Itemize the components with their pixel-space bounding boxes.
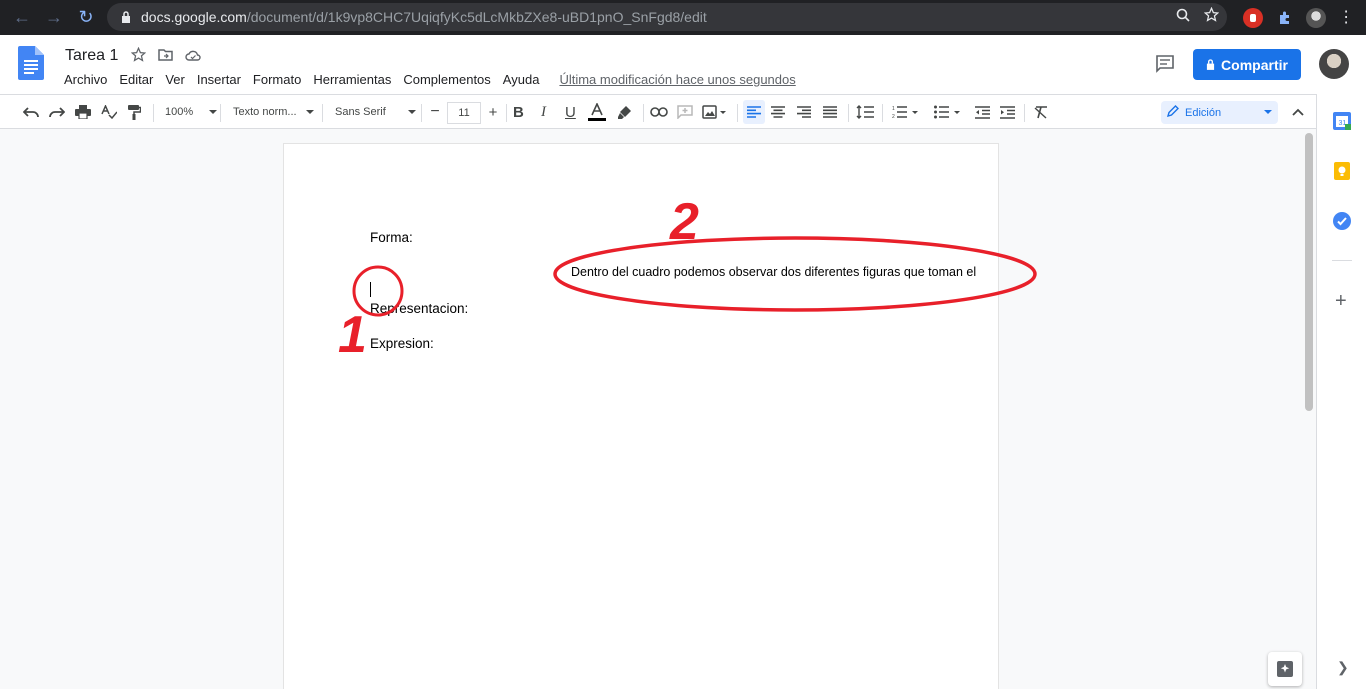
- line-spacing-icon[interactable]: [856, 100, 874, 124]
- lock-icon: [119, 10, 133, 24]
- numbered-list-icon[interactable]: 12: [892, 100, 918, 124]
- editing-mode-label: Edición: [1185, 106, 1222, 119]
- undo-icon[interactable]: [23, 100, 39, 124]
- document-page[interactable]: Forma: Representacion: Expresion: Dentro…: [284, 144, 998, 689]
- move-folder-icon[interactable]: [158, 48, 173, 66]
- annotation-number-1: 1: [338, 306, 367, 364]
- explore-button[interactable]: [1268, 652, 1302, 686]
- vertical-scrollbar[interactable]: [1305, 133, 1313, 411]
- font-family-value: Sans Serif: [335, 106, 386, 118]
- menu-dots-icon[interactable]: ⋮: [1338, 9, 1354, 26]
- svg-text:1: 1: [892, 106, 895, 112]
- bold-icon[interactable]: B: [513, 100, 524, 124]
- side-panel: 31 + ❯: [1316, 94, 1366, 689]
- align-left-icon[interactable]: [743, 100, 765, 124]
- underline-icon[interactable]: U: [565, 100, 576, 124]
- chevron-down-icon: [305, 110, 314, 114]
- svg-text:2: 2: [892, 114, 895, 119]
- editing-mode-select[interactable]: Edición: [1161, 101, 1278, 124]
- increase-indent-icon[interactable]: [1000, 100, 1015, 124]
- last-modified-link[interactable]: Última modificación hace unos segundos: [559, 72, 795, 87]
- italic-icon[interactable]: I: [541, 100, 546, 124]
- calendar-icon[interactable]: 31: [1333, 112, 1351, 130]
- menu-ayuda[interactable]: Ayuda: [503, 72, 540, 87]
- document-canvas[interactable]: Forma: Representacion: Expresion: Dentro…: [0, 129, 1316, 689]
- docs-header: Tarea 1 Archivo Editar Ver Insertar Form…: [0, 35, 1366, 94]
- star-icon[interactable]: [1203, 6, 1220, 27]
- font-size-input[interactable]: 11: [447, 102, 481, 124]
- comments-icon[interactable]: [1155, 55, 1177, 75]
- zoom-select[interactable]: 100%: [165, 100, 218, 124]
- text-cursor: [370, 282, 371, 297]
- menu-bar: Archivo Editar Ver Insertar Formato Herr…: [64, 72, 808, 87]
- menu-archivo[interactable]: Archivo: [64, 72, 107, 87]
- add-comment-icon[interactable]: [677, 100, 693, 124]
- print-icon[interactable]: [75, 100, 91, 124]
- tasks-icon[interactable]: [1333, 212, 1351, 230]
- address-bar[interactable]: docs.google.com/document/d/1k9vp8CHC7Uqi…: [107, 3, 1227, 31]
- menu-insertar[interactable]: Insertar: [197, 72, 241, 87]
- extension-hand-icon[interactable]: [1242, 7, 1263, 28]
- menu-herramientas[interactable]: Herramientas: [313, 72, 391, 87]
- browser-toolbar: ← → ↻ docs.google.com/document/d/1k9vp8C…: [0, 0, 1366, 35]
- insert-link-icon[interactable]: [650, 100, 668, 124]
- insert-image-icon[interactable]: [702, 100, 726, 124]
- share-label: Compartir: [1221, 56, 1288, 73]
- chevron-down-icon: [1264, 110, 1272, 114]
- url-text: docs.google.com/document/d/1k9vp8CHC7Uqi…: [141, 9, 707, 25]
- align-right-icon[interactable]: [797, 100, 811, 124]
- forward-icon[interactable]: →: [40, 3, 68, 31]
- extensions-puzzle-icon[interactable]: [1275, 8, 1295, 28]
- annotation-number-2: 2: [670, 193, 699, 251]
- menu-ver[interactable]: Ver: [165, 72, 185, 87]
- paint-format-icon[interactable]: [127, 100, 141, 124]
- decrease-font-size-button[interactable]: −: [426, 100, 444, 124]
- bulleted-list-icon[interactable]: [934, 100, 960, 124]
- clear-formatting-icon[interactable]: [1034, 100, 1048, 124]
- profile-avatar[interactable]: [1306, 7, 1327, 28]
- back-icon[interactable]: ←: [8, 3, 36, 31]
- side-divider: [1332, 260, 1352, 261]
- zoom-icon[interactable]: [1176, 8, 1190, 27]
- formatting-toolbar: 100% Texto norm... Sans Serif − 11 + B I…: [0, 94, 1316, 129]
- reload-icon[interactable]: ↻: [72, 3, 100, 31]
- floating-text-box[interactable]: Dentro del cuadro podemos observar dos d…: [571, 265, 976, 279]
- zoom-value: 100%: [165, 106, 194, 118]
- chevron-down-icon: [209, 110, 218, 114]
- collapse-menus-icon[interactable]: [1292, 100, 1304, 124]
- keep-icon[interactable]: [1333, 162, 1351, 180]
- decrease-indent-icon[interactable]: [975, 100, 990, 124]
- menu-formato[interactable]: Formato: [253, 72, 301, 87]
- spellcheck-icon[interactable]: [101, 100, 117, 124]
- doc-line-expresion[interactable]: Expresion:: [370, 336, 434, 351]
- doc-line-representacion[interactable]: Representacion:: [370, 301, 468, 316]
- cloud-saved-icon[interactable]: [185, 48, 201, 66]
- align-center-icon[interactable]: [771, 100, 785, 124]
- pencil-icon: [1166, 105, 1179, 120]
- increase-font-size-button[interactable]: +: [484, 100, 502, 124]
- star-icon[interactable]: [130, 46, 147, 67]
- paragraph-style-value: Texto norm...: [233, 106, 297, 118]
- share-button[interactable]: Compartir: [1193, 49, 1301, 80]
- chevron-down-icon: [407, 110, 416, 114]
- menu-complementos[interactable]: Complementos: [403, 72, 490, 87]
- chevron-right-icon[interactable]: ❯: [1337, 659, 1349, 676]
- menu-editar[interactable]: Editar: [119, 72, 153, 87]
- document-title[interactable]: Tarea 1: [65, 47, 118, 65]
- paragraph-style-select[interactable]: Texto norm...: [233, 100, 314, 124]
- doc-line-forma[interactable]: Forma:: [370, 230, 413, 245]
- lock-icon: [1206, 57, 1215, 73]
- highlight-icon[interactable]: [617, 100, 632, 124]
- font-family-select[interactable]: Sans Serif: [335, 100, 416, 124]
- add-addon-icon[interactable]: +: [1335, 290, 1347, 313]
- docs-logo-icon[interactable]: [18, 46, 44, 80]
- align-justify-icon[interactable]: [823, 100, 837, 124]
- redo-icon[interactable]: [49, 100, 65, 124]
- avatar[interactable]: [1319, 49, 1349, 79]
- text-color-icon[interactable]: [588, 100, 606, 124]
